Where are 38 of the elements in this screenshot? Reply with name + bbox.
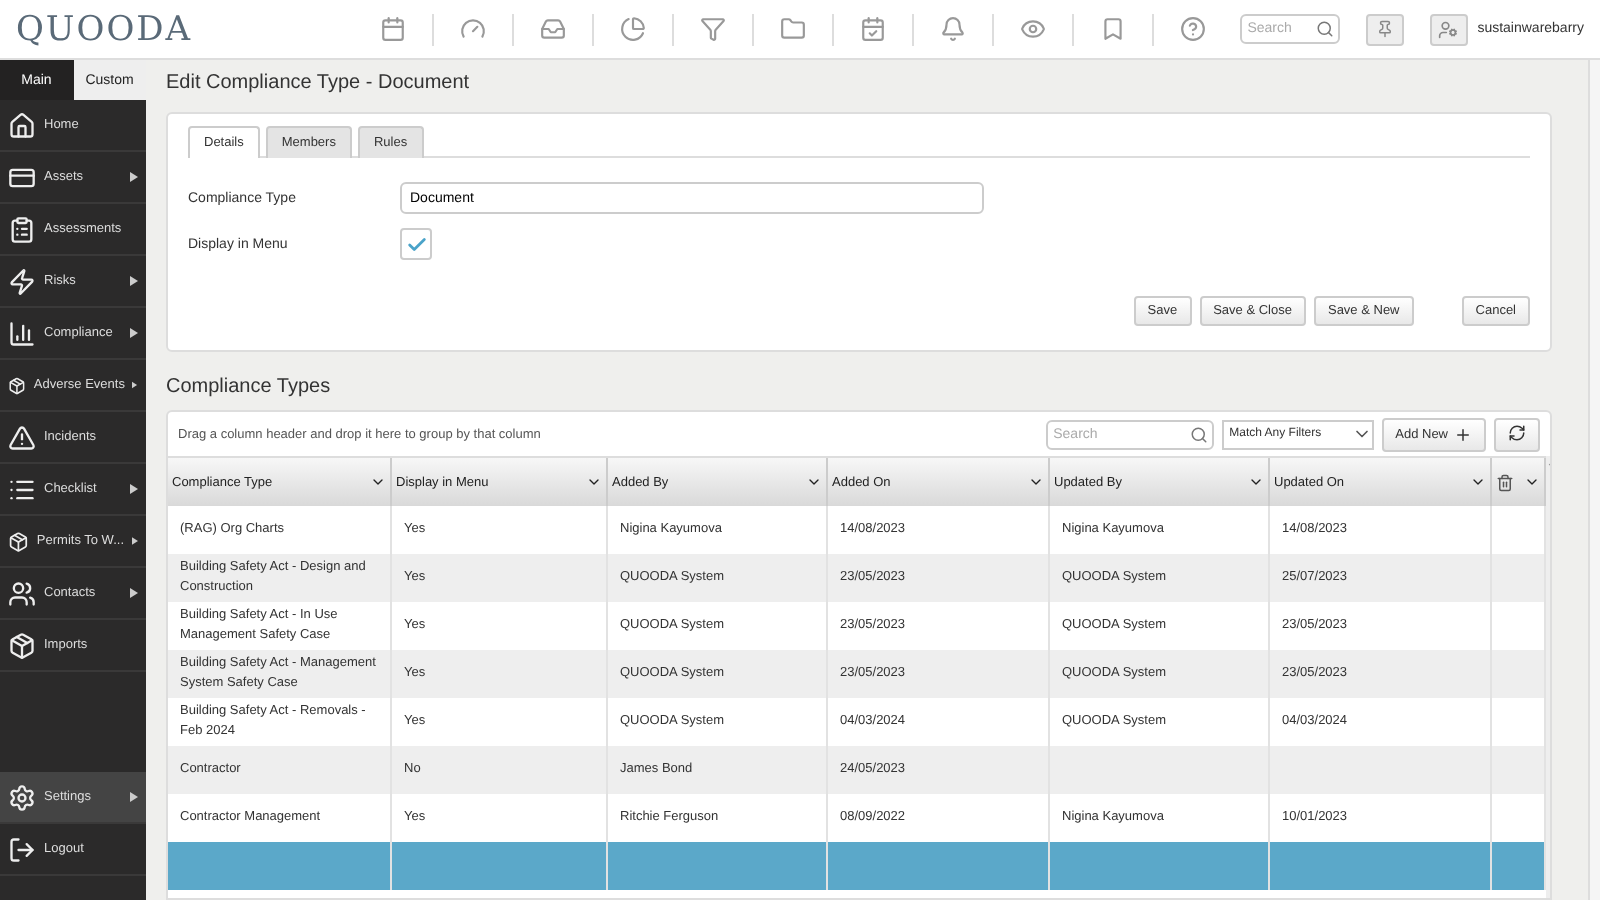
lightning-icon <box>8 267 36 295</box>
logo: QUOODA <box>16 9 193 49</box>
people-icon <box>8 579 36 607</box>
folder-icon[interactable] <box>779 16 806 42</box>
bookmark-icon[interactable] <box>1099 16 1126 42</box>
calendar-check-icon[interactable] <box>859 16 886 42</box>
house-icon <box>8 111 36 139</box>
trash-icon[interactable] <box>1496 473 1514 491</box>
search-icon <box>1189 425 1208 443</box>
user-settings-button[interactable] <box>1429 13 1468 45</box>
list-icon <box>8 475 36 503</box>
section-title: Compliance Types <box>166 376 333 398</box>
card-icon <box>8 163 36 191</box>
page-title: Edit Compliance Type - Document <box>166 72 472 98</box>
bar-chart-icon <box>8 319 36 347</box>
settings-icon <box>8 783 36 811</box>
box-icon <box>8 631 36 659</box>
logout-icon <box>8 835 36 863</box>
calendar-icon[interactable] <box>379 16 406 42</box>
box-icon <box>8 527 29 555</box>
refresh-button[interactable] <box>1494 417 1540 451</box>
user-gear-icon <box>1438 19 1459 39</box>
pin-icon <box>1375 20 1394 38</box>
inbox-icon[interactable] <box>539 16 566 42</box>
warning-icon <box>8 423 36 451</box>
pie-chart-icon[interactable] <box>619 16 646 42</box>
search-icon <box>1315 20 1334 38</box>
plus-icon <box>1454 425 1472 443</box>
refresh-icon <box>1508 423 1526 441</box>
bell-icon[interactable] <box>939 16 966 42</box>
checkbox[interactable] <box>400 228 432 260</box>
help-icon[interactable] <box>1179 16 1206 42</box>
filter-icon[interactable] <box>699 16 726 42</box>
check-icon <box>405 233 427 255</box>
pin-button[interactable] <box>1365 13 1404 45</box>
eye-icon[interactable] <box>1019 16 1046 42</box>
clipboard-icon <box>8 215 36 243</box>
gauge-icon[interactable] <box>459 16 486 42</box>
